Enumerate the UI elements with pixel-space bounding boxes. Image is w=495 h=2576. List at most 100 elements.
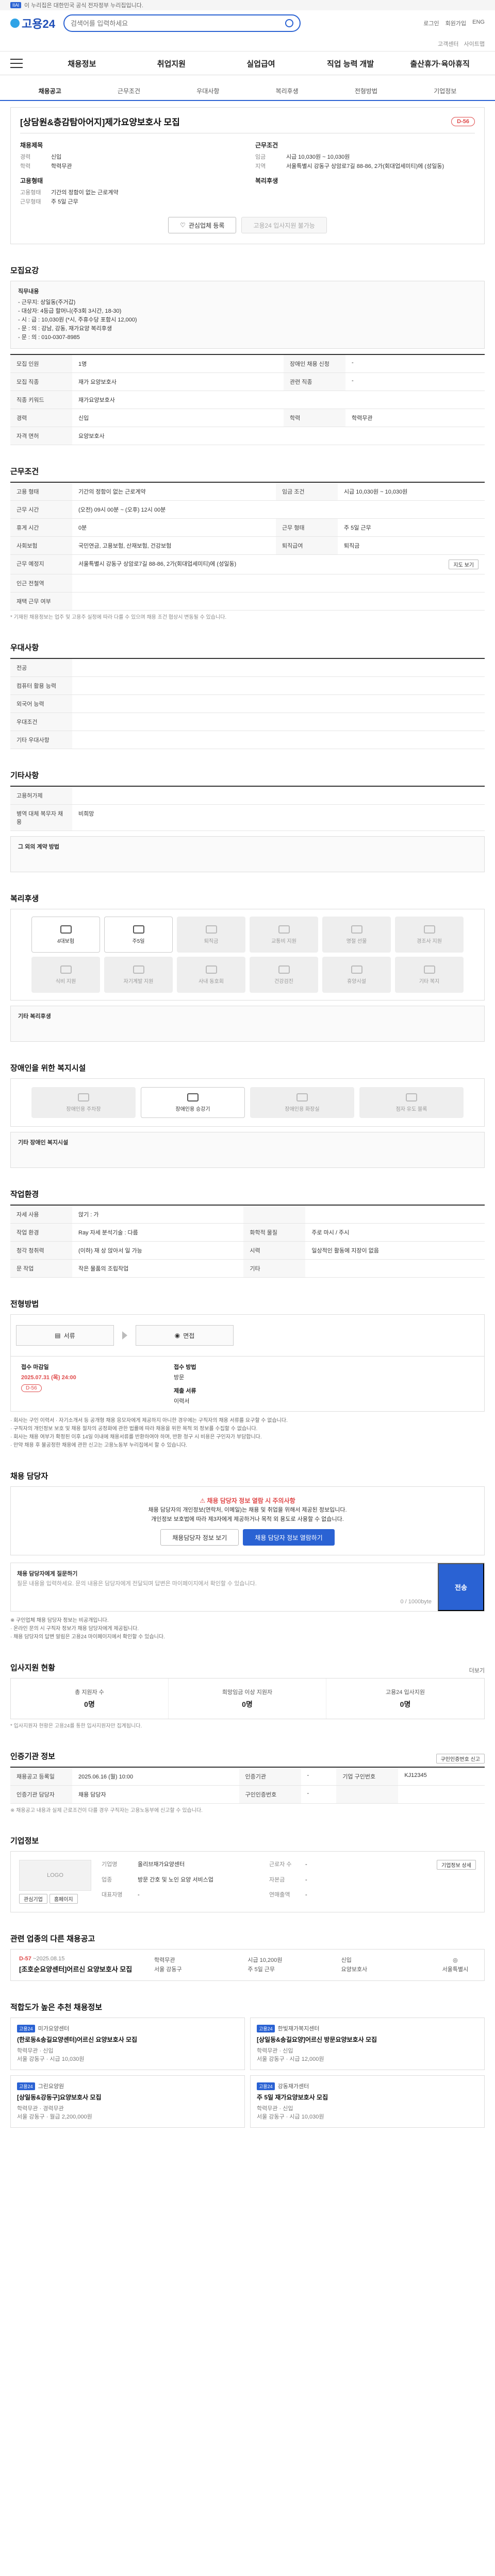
nav-item-unemployment-benefit[interactable]: 실업급여	[216, 58, 306, 69]
table-label: 모집 인원	[10, 355, 72, 373]
welfare-label: 휴양시설	[347, 978, 366, 985]
mgmt-heading: 인증기관 정보	[10, 1752, 55, 1761]
recommend-meta: 서울 강동구 · 시급 12,000원	[257, 2056, 324, 2062]
company-label: 기업명	[102, 1861, 118, 1868]
welfare-icon	[133, 925, 144, 934]
apply-status-more-link[interactable]: 더보기	[469, 1666, 485, 1674]
recommend-company-name: 미가요양센터	[38, 2026, 70, 2032]
welfare-label: 경조사 지원	[417, 938, 442, 944]
summary-label: 지역	[255, 163, 266, 170]
table-label: 근무 예정지	[10, 554, 72, 574]
table-label: 재택 근무 여부	[10, 592, 72, 611]
table-label: 학력	[283, 409, 345, 427]
apply-status-note: * 입사지원자 현황은 고용24를 통한 입사지원자만 집계됩니다.	[10, 1723, 142, 1729]
note-line: ※ 구인업체 채용 담당자 정보는 비공개입니다.	[10, 1618, 109, 1623]
sitemap-link[interactable]: 사이트맵	[464, 40, 485, 48]
status-label: 희망임금 이상 지원자	[222, 1689, 273, 1696]
login-link[interactable]: 로그인	[423, 19, 439, 27]
welfare-label: 4대보험	[57, 938, 75, 944]
summary-recruit-title: 채용제목	[20, 142, 43, 149]
recommend-card[interactable]: 고용24 한빛재가복지센터 [상일동&송길요양]어르신 방문요양보호사 모집 학력무관…	[250, 2018, 485, 2070]
company-detail-button[interactable]: 기업정보 상세	[437, 1860, 476, 1870]
apply-button[interactable]: 고용24 입사지원 불가능	[241, 217, 327, 233]
facility-label: 장애인용 승강기	[175, 1106, 210, 1112]
recommend-meta: 학력무관 · 신입	[257, 2048, 293, 2054]
search-input[interactable]	[70, 19, 285, 27]
etc-section: 기타사항 고용허가제 병역 대체 복무자 채용 비희망 그 외의 계약 방법	[10, 770, 485, 872]
similar-job-card[interactable]: D-57 ~2025.08.15 [조호순요양센터]어르신 요양보호사 모집 학…	[10, 1949, 485, 1981]
company-label: 대표자명	[102, 1892, 123, 1899]
disabled-grid: 장애인용 주차장 장애인용 승강기 장애인용 화장실 점자 유도 블록	[10, 1078, 485, 1127]
inquiry-textarea[interactable]: 채용 담당자에게 질문하기 질문 내용을 입력하세요. 문의 내용은 담당자에게…	[11, 1563, 438, 1611]
pref-heading: 우대사항	[10, 643, 39, 652]
search-icon[interactable]	[285, 19, 293, 27]
logo-mark-icon	[10, 19, 20, 28]
summary-value: 서울특별시 강동구 상암로7길 88-86, 2가(회대업세미티)에 (성일동)	[286, 163, 444, 170]
welfare-item: 휴양시설	[322, 957, 391, 993]
contact-detail-button[interactable]: 채용담당자 정보 보기	[160, 1529, 239, 1546]
tab-conditions[interactable]: 근무조건	[89, 87, 168, 95]
contact-view-button[interactable]: 채용 담당자 정보 열람하기	[243, 1529, 335, 1546]
note-line: · 구직자의 개인정보 보호 및 채용 절차의 공정화에 관한 법률에 따라 채…	[10, 1426, 258, 1432]
table-row: 인근 전철역	[10, 574, 485, 592]
company-interest-button[interactable]: 관심기업	[19, 1894, 47, 1904]
nav-item-jobs[interactable]: 채용정보	[37, 58, 127, 69]
report-button[interactable]: 구인인증번호 신고	[436, 1754, 485, 1764]
apply-status-section: 입사지원 현황 더보기 총 지원자 수 0명 희망임금 이상 지원자 0명 고용24…	[10, 1662, 485, 1730]
tab-screening[interactable]: 전형방법	[326, 87, 405, 95]
table-label: 채용공고 등록일	[10, 1768, 72, 1786]
welfare-extra: 기타 복리후생	[10, 1006, 485, 1042]
etc-table: 고용허가제 병역 대체 복무자 채용 비희망	[10, 787, 485, 831]
nav-item-parental-leave[interactable]: 출산휴가·육아휴직	[395, 58, 485, 69]
nav-item-employment-support[interactable]: 취업지원	[127, 58, 217, 69]
similar-meta: 신입	[341, 1957, 352, 1963]
table-row: 전공	[10, 659, 485, 677]
hamburger-icon[interactable]	[10, 59, 23, 68]
facility-icon	[78, 1093, 89, 1101]
work-footnote: * 기재된 채용정보는 업주 및 고용주 실정에 따라 다를 수 있으며 채용 …	[10, 615, 227, 620]
recommend-title: [상일동&송길요양]어르신 방문요양보호사 모집	[257, 2036, 377, 2043]
company-homepage-button[interactable]: 홈페이지	[49, 1894, 78, 1904]
method-details: 접수 마감일 2025.07.31 (목) 24:00 D-56 접수 방법 방…	[10, 1357, 485, 1412]
table-value: 0분	[72, 518, 276, 537]
inquiry-counter: 0 / 1000byte	[400, 1599, 432, 1605]
document-icon: ▤	[55, 1332, 61, 1339]
company-heading: 기업정보	[10, 1837, 39, 1845]
table-label: 청각 청취력	[10, 1241, 72, 1260]
facility-icon	[406, 1093, 417, 1101]
table-value	[72, 676, 485, 695]
tab-company[interactable]: 기업정보	[406, 87, 485, 95]
welfare-icon	[60, 965, 72, 974]
table-value	[305, 1206, 485, 1224]
summary-value: 시급 10,030원 ~ 10,030원	[286, 154, 350, 160]
table-value	[72, 713, 485, 731]
tab-preferences[interactable]: 우대사항	[169, 87, 248, 95]
site-logo[interactable]: 고용24	[10, 15, 55, 31]
interest-company-button[interactable]: ♡ 관심업체 등록	[168, 217, 237, 233]
signup-link[interactable]: 회원가입	[446, 19, 466, 27]
table-value: 기간의 정함이 없는 근로계약	[72, 483, 276, 501]
tab-welfare[interactable]: 복리후생	[248, 87, 326, 95]
similar-heading: 관련 업종의 다른 채용공고	[10, 1935, 95, 1943]
eng-link[interactable]: ENG	[472, 19, 485, 27]
nav-item-training[interactable]: 직업 능력 개발	[306, 58, 395, 69]
job-description-line: - 대상자: 4등급 할머니(주3회 3시간, 18-30)	[18, 308, 122, 314]
mgmt-note: ※ 채용공고 내용과 실제 근로조건이 다를 경우 구직자는 고용노동부에 신고…	[10, 1808, 203, 1814]
welfare-item: 명절 선물	[322, 917, 391, 953]
map-button[interactable]: 지도 보기	[449, 560, 478, 569]
job-description-line: - 문 : 의 : 010-0307-8985	[18, 334, 80, 341]
inquiry-send-button[interactable]: 전송	[438, 1563, 484, 1611]
recommend-company-name: 한빛재가복지센터	[277, 2026, 320, 2032]
tab-recruit[interactable]: 채용공고	[10, 87, 89, 95]
welfare-icon	[278, 925, 290, 934]
customer-center-link[interactable]: 고객센터	[438, 40, 458, 48]
table-label: 사회보험	[10, 536, 72, 555]
recommend-card[interactable]: 고용24 강동재가센터 주 5일 재가요양보호사 모집 학력무관 · 신입 서울 강동구…	[250, 2075, 485, 2128]
recommend-card[interactable]: 고용24 그린요양원 [상일동&강동구]요양보호사 모집 학력무관 · 경력무관 서울 …	[10, 2075, 245, 2128]
recommend-card[interactable]: 고용24 미가요양센터 (한로동&송길요양센터)어르신 요양보호사 모집 학력무관 ·…	[10, 2018, 245, 2070]
welfare-label: 교통비 지원	[271, 938, 296, 944]
disabled-extra-title: 기타 장애인 복지시설	[18, 1140, 69, 1146]
table-label	[243, 1206, 306, 1224]
recommend-company-name: 강동재가센터	[277, 2083, 309, 2090]
job-description: 직무내용 - 근무지: 상일동(주거갑) - 대상자: 4등급 할머니(주3회 …	[10, 281, 485, 349]
